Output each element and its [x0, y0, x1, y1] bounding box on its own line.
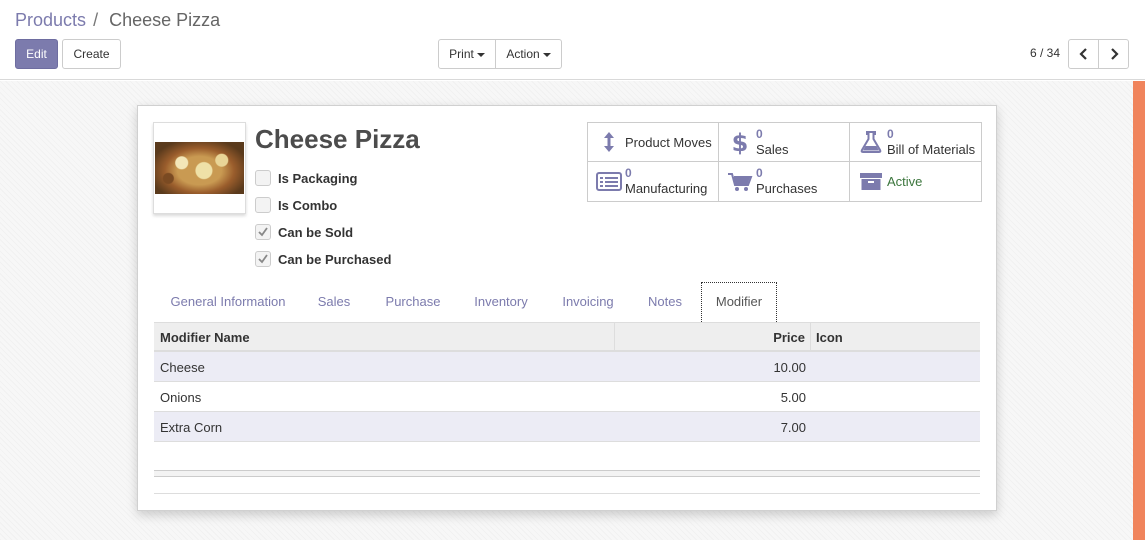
table-row[interactable]: Extra Corn 7.00: [154, 412, 980, 442]
tab-sales[interactable]: Sales: [302, 282, 366, 322]
checkbox-label: Can be Purchased: [278, 252, 392, 267]
checkbox-label: Is Packaging: [278, 171, 358, 186]
form-sheet: Cheese Pizza Is Packaging Is Combo Can b…: [137, 105, 997, 511]
smart-button-label: Product Moves: [625, 135, 712, 150]
sales-button[interactable]: $ 0 Sales: [719, 123, 850, 162]
manufacturing-button[interactable]: 0 Manufacturing: [588, 162, 719, 201]
tab-purchase[interactable]: Purchase: [366, 282, 460, 322]
form-view-background: Cheese Pizza Is Packaging Is Combo Can b…: [0, 81, 1133, 540]
smart-buttons-box: Product Moves $ 0 Sales 0 Bill of Materi…: [587, 122, 982, 202]
svg-text:$: $: [732, 129, 749, 155]
column-header-modifier-name[interactable]: Modifier Name: [160, 330, 250, 345]
action-dropdown-button[interactable]: Action: [495, 39, 562, 69]
chevron-down-icon: [476, 52, 485, 57]
tab-inventory[interactable]: Inventory: [460, 282, 542, 322]
chevron-right-icon: [1111, 48, 1119, 60]
product-name: Cheese Pizza: [255, 124, 420, 154]
smart-button-label: Active: [887, 174, 923, 189]
tab-invoicing[interactable]: Invoicing: [542, 282, 634, 322]
checkbox-icon[interactable]: [255, 197, 271, 213]
smart-button-count: 0: [887, 127, 894, 141]
modifier-price-cell: 5.00: [780, 390, 806, 405]
checkbox-icon[interactable]: [255, 170, 271, 186]
table-footer: [154, 470, 980, 477]
column-header-price[interactable]: Price: [773, 330, 805, 345]
edit-button[interactable]: Edit: [15, 39, 58, 69]
action-label: Action: [506, 47, 540, 61]
tab-notes[interactable]: Notes: [634, 282, 696, 322]
breadcrumb-current: Cheese Pizza: [109, 10, 221, 30]
dollar-icon: $: [732, 129, 749, 155]
product-image[interactable]: [153, 122, 246, 214]
modifier-name-cell: Onions: [160, 390, 202, 405]
modifier-price-cell: 7.00: [780, 420, 806, 435]
product-moves-button[interactable]: Product Moves: [588, 123, 719, 162]
modifier-price-cell: 10.00: [773, 360, 806, 375]
archive-icon: [860, 173, 882, 190]
checkbox-label: Can be Sold: [278, 225, 354, 240]
control-panel: Products / Cheese Pizza Edit Create Prin…: [0, 0, 1145, 80]
print-dropdown-button[interactable]: Print: [438, 39, 496, 69]
notebook-tabs: General Information Sales Purchase Inven…: [154, 282, 980, 322]
smart-button-label: Purchases: [756, 181, 818, 196]
breadcrumb: Products / Cheese Pizza: [15, 9, 220, 31]
checkbox-checked-icon[interactable]: [255, 224, 271, 240]
divider: [154, 493, 980, 494]
shopping-cart-icon: [728, 173, 753, 191]
purchases-button[interactable]: 0 Purchases: [719, 162, 850, 201]
smart-button-label: Sales: [756, 142, 789, 157]
column-divider: [614, 323, 615, 351]
smart-button-count: 0: [756, 127, 763, 141]
pager-next-button[interactable]: [1098, 39, 1129, 69]
create-button[interactable]: Create: [62, 39, 121, 69]
table-row[interactable]: Cheese 10.00: [154, 352, 980, 382]
pager-value[interactable]: 6 / 34: [1030, 46, 1060, 60]
chat-panel-edge: [1133, 81, 1145, 540]
checkbox-checked-icon[interactable]: [255, 251, 271, 267]
arrows-v-icon: [604, 132, 614, 152]
pager-previous-button[interactable]: [1068, 39, 1099, 69]
bill-of-materials-button[interactable]: 0 Bill of Materials: [850, 123, 981, 162]
smart-button-label: Bill of Materials: [887, 142, 976, 157]
table-header: Modifier Name Price Icon: [154, 322, 980, 352]
breadcrumb-separator: /: [93, 10, 99, 30]
print-label: Print: [449, 47, 474, 61]
column-header-icon[interactable]: Icon: [816, 330, 843, 345]
chevron-left-icon: [1079, 48, 1087, 60]
modifier-name-cell: Extra Corn: [160, 420, 223, 435]
modifier-name-cell: Cheese: [160, 360, 205, 375]
list-alt-icon: [596, 172, 622, 191]
tab-modifier[interactable]: Modifier: [701, 282, 777, 322]
smart-button-count: 0: [625, 166, 632, 180]
active-toggle-button[interactable]: Active: [850, 162, 981, 201]
tab-general-information[interactable]: General Information: [154, 282, 302, 322]
column-divider: [810, 323, 811, 351]
table-row[interactable]: Onions 5.00: [154, 382, 980, 412]
smart-button-label: Manufacturing: [625, 181, 708, 196]
chevron-down-icon: [542, 52, 551, 57]
checkbox-label: Is Combo: [278, 198, 338, 213]
smart-button-count: 0: [756, 166, 763, 180]
breadcrumb-products-link[interactable]: Products: [15, 10, 86, 30]
pizza-photo: [155, 142, 244, 194]
flask-icon: [860, 131, 882, 153]
